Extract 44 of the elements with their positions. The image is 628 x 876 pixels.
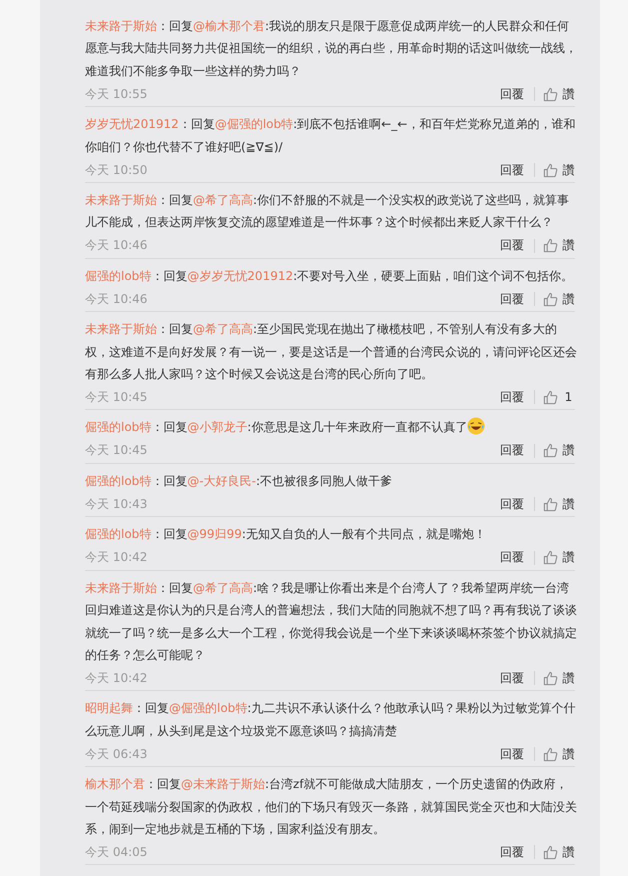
comment-time: 今天 04:05 (85, 844, 148, 861)
comment-time: 今天 10:46 (85, 237, 148, 254)
comment-text: 未来路于斯始：回复@希了高高:你们不舒服的不就是一个没实权的政党说了这些吗，就算事儿不能成，但表达两岸恢复交流的愿望难道是一件坏事？这个时候都出来贬人家干什么？ (85, 192, 570, 232)
comment-text: 未来路于斯始：回复@希了高高:啥？我是哪让你看出来是个台湾人了？我希望两岸统一台湾回归难道这是你认为的只是台湾人的普遍想法，我们大陆的同胞就不想了吗？再有我说了谈谈就统一了吗？统一是多么大一个工程，你觉得我会说是一个坐下来谈谈喝杯茶签个协议就搞定的任务？怎么可能呢？ (85, 580, 577, 664)
comment-text: 倔强的lob特：回复@-大好良民-:不也被很多同胞人做干爹 (85, 472, 394, 490)
comment-time: 今天 10:50 (85, 162, 148, 179)
like-button[interactable]: 讚 (543, 549, 575, 566)
like-button[interactable]: 1 (543, 390, 575, 405)
like-button[interactable]: 讚 (543, 290, 575, 308)
reply-link[interactable]: 回覆 (500, 388, 524, 406)
like-button[interactable]: 讚 (543, 844, 575, 861)
comment-time: 今天 10:45 (85, 442, 148, 460)
comment-text: 岁岁无忧201912：回复@倔强的lob特:到底不包括谁啊←_←，和百年烂党称兄道弟的，谁和你咱们？你也代替不了谁好吧(≧∇≦)/ (85, 116, 576, 156)
comment-text: 倔强的lob特：回复@岁岁无忧201912:不要对号入坐，硬要上面贴，咱们这个词不包括你。 (85, 268, 574, 285)
comment-time: 今天 10:45 (85, 388, 148, 406)
reply-link[interactable]: 回覆 (500, 496, 524, 513)
like-button[interactable]: 讚 (543, 670, 575, 687)
reply-link[interactable]: 回覆 (500, 746, 524, 763)
like-button[interactable]: 讚 (543, 496, 575, 513)
reply-link[interactable]: 回覆 (500, 86, 524, 103)
reply-link[interactable]: 回覆 (500, 237, 524, 254)
comment-time: 今天 10:43 (85, 496, 148, 513)
comment-time: 今天 06:43 (85, 746, 148, 763)
comment-text: 倔强的lob特：回复@99归99:无知又自负的人一般有个共同点，就是嘴炮！ (85, 526, 487, 544)
reply-link[interactable]: 回覆 (500, 670, 524, 687)
comment-text: 倔强的lob特：回复@小郭龙子:你意思是这几十年来政府一直都不认真了 (85, 416, 577, 439)
like-button[interactable]: 讚 (543, 237, 575, 254)
like-button[interactable]: 讚 (543, 442, 575, 460)
comment-time: 今天 10:42 (85, 670, 148, 687)
comment-time: 今天 10:55 (85, 86, 148, 103)
reply-link[interactable]: 回覆 (500, 162, 524, 179)
reply-link[interactable]: 回覆 (500, 290, 524, 308)
reply-link[interactable]: 回覆 (500, 844, 524, 861)
reply-link[interactable]: 回覆 (500, 442, 524, 460)
like-button[interactable]: 讚 (543, 162, 575, 179)
like-button[interactable]: 讚 (543, 86, 575, 103)
comment-text: 未来路于斯始：回复@希了高高:至少国民党现在抛出了橄榄枝吧，不管别人有没有多大的权，这难道不是向好发展？有一说一，要是这话是一个普通的台湾民众说的，请问评论区还会有那么多人批人家吗？这个时候又会说这是台湾的民心所向了吧。 (85, 321, 577, 384)
comment-text: 榆木那个君：回复@未来路于斯始:台湾zf就不可能做成大陆朋友，一个历史遗留的伪政府，一个苟延残喘分裂国家的伪政权，他们的下场只有毁灭一条路，就算国民党全灭也和大陆没关系，闹到一定地步就是五桶的下场，国家利益没有朋友。 (85, 776, 577, 838)
reply-link[interactable]: 回覆 (500, 549, 524, 566)
comment-time: 今天 10:46 (85, 290, 148, 308)
comment-time: 今天 10:42 (85, 549, 148, 566)
comment-text: 昭明起舞：回复@倔强的lob特:九二共识不承认谈什么？他敢承认吗？果粉以为过敏党算个什么玩意儿啊，从头到尾是这个垃圾党不愿意谈吗？搞搞清楚 (85, 700, 576, 740)
like-button[interactable]: 讚 (543, 746, 575, 763)
comment-text: 未来路于斯始：回复@榆木那个君:我说的朋友只是限于愿意促成两岸统一的人民群众和任何愿意与我大陆共同努力共促祖国统一的组织，说的再白些，用革命时期的话这叫做统一战线，难道我们不能多争取一些这样的势力吗？ (85, 18, 577, 80)
